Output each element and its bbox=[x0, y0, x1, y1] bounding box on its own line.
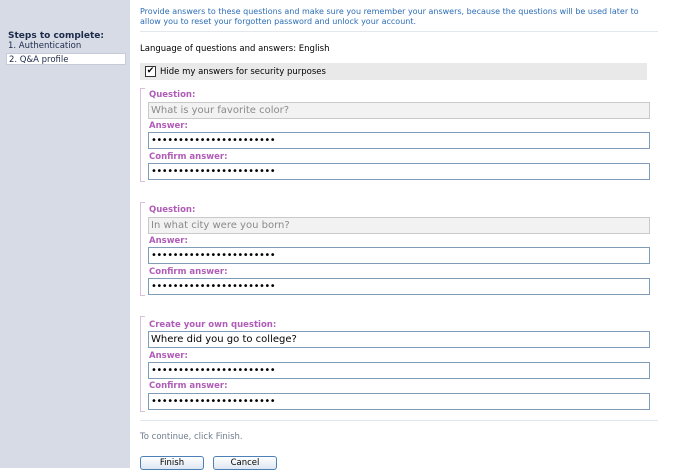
continue-instruction: To continue, click Finish. bbox=[140, 432, 243, 442]
question-label: Question: bbox=[149, 205, 196, 215]
confirm-answer-label: Confirm answer: bbox=[149, 381, 228, 391]
confirm-answer-label: Confirm answer: bbox=[149, 267, 228, 277]
question-2-field: In what city were you born? bbox=[148, 217, 650, 234]
confirm-answer-1-input[interactable]: ••••••••••••••••••••••• bbox=[148, 163, 650, 180]
qa-group-3-bracket bbox=[140, 316, 145, 412]
qa-group-2-bracket bbox=[140, 202, 145, 296]
steps-sidebar: Steps to complete: 1. Authentication 2. … bbox=[0, 0, 130, 468]
intro-text: Provide answers to these questions and m… bbox=[140, 7, 639, 26]
confirm-answer-label: Confirm answer: bbox=[149, 152, 228, 162]
divider bbox=[140, 420, 658, 421]
question-1-field: What is your favorite color? bbox=[148, 102, 650, 119]
own-question-input[interactable]: Where did you go to college? bbox=[148, 331, 650, 348]
answer-label: Answer: bbox=[149, 351, 188, 361]
hide-answers-row: ✔ Hide my answers for security purposes bbox=[140, 63, 647, 80]
confirm-answer-3-input[interactable]: ••••••••••••••••••••••• bbox=[148, 393, 650, 410]
own-question-label: Create your own question: bbox=[149, 320, 277, 330]
hide-answers-checkbox[interactable]: ✔ bbox=[145, 66, 156, 77]
qa-group-1-bracket bbox=[140, 88, 145, 182]
answer-label: Answer: bbox=[149, 236, 188, 246]
question-label: Question: bbox=[149, 90, 196, 100]
answer-label: Answer: bbox=[149, 121, 188, 131]
language-line: Language of questions and answers: Engli… bbox=[140, 44, 330, 54]
answer-3-input[interactable]: ••••••••••••••••••••••• bbox=[148, 362, 650, 379]
answer-2-input[interactable]: ••••••••••••••••••••••• bbox=[148, 247, 650, 264]
hide-answers-label[interactable]: Hide my answers for security purposes bbox=[160, 67, 326, 77]
confirm-answer-2-input[interactable]: ••••••••••••••••••••••• bbox=[148, 278, 650, 295]
divider bbox=[140, 31, 658, 32]
step-authentication[interactable]: 1. Authentication bbox=[6, 40, 126, 52]
answer-1-input[interactable]: ••••••••••••••••••••••• bbox=[148, 132, 650, 149]
step-qa-profile[interactable]: 2. Q&A profile bbox=[6, 53, 126, 65]
